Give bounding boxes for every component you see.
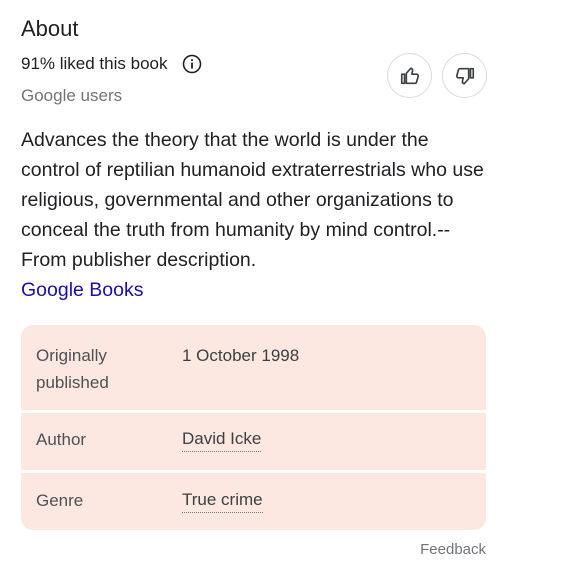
detail-row-genre: Genre True crime bbox=[21, 473, 486, 530]
details-panel: Originally published 1 October 1998 Auth… bbox=[21, 325, 486, 530]
author-label: Author bbox=[36, 430, 87, 449]
detail-row-author: Author David Icke bbox=[21, 413, 486, 470]
thumbs-up-icon bbox=[400, 66, 419, 84]
thumbs-up-button[interactable] bbox=[387, 53, 432, 98]
feedback-link[interactable]: Feedback bbox=[420, 541, 486, 558]
section-title: About bbox=[21, 16, 79, 41]
info-icon[interactable] bbox=[182, 54, 202, 74]
google-books-link[interactable]: Google Books bbox=[21, 275, 491, 305]
author-link[interactable]: David Icke bbox=[182, 428, 262, 452]
published-value: 1 October 1998 bbox=[182, 346, 300, 365]
genre-label: Genre bbox=[36, 491, 84, 510]
rating-row: 91% liked this book bbox=[21, 54, 202, 74]
detail-row-published: Originally published 1 October 1998 bbox=[21, 325, 486, 410]
description-text: Advances the theory that the world is un… bbox=[21, 129, 484, 271]
thumbs-down-button[interactable] bbox=[442, 53, 487, 98]
liked-percentage: 91% liked this book bbox=[21, 54, 168, 73]
about-panel: About 91% liked this book Google users A… bbox=[0, 0, 562, 586]
published-label: Originally published bbox=[36, 346, 109, 392]
book-description: Advances the theory that the world is un… bbox=[21, 125, 491, 305]
rating-source: Google users bbox=[21, 86, 123, 105]
genre-link[interactable]: True crime bbox=[182, 489, 263, 513]
thumbs-down-icon bbox=[455, 67, 474, 85]
